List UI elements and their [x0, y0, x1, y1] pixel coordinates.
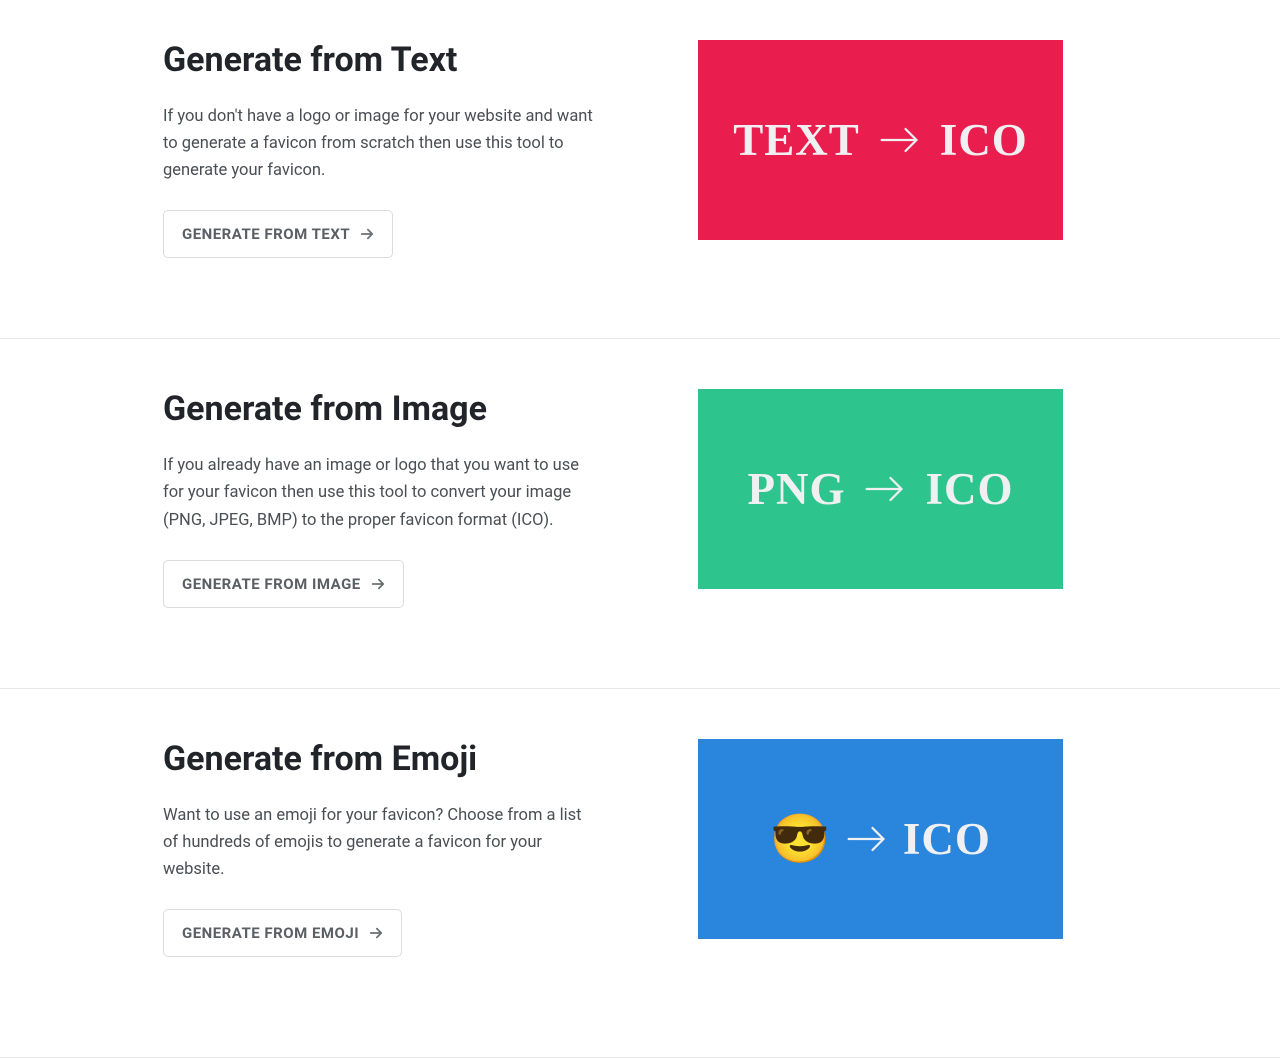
heading-text: Generate from Text	[163, 40, 618, 81]
generate-from-image-button[interactable]: GENERATE FROM IMAGE	[163, 560, 404, 608]
arrow-right-icon	[878, 118, 922, 162]
generate-from-text-button[interactable]: GENERATE FROM TEXT	[163, 210, 393, 258]
description-image: If you already have an image or logo tha…	[163, 452, 593, 534]
visual-text-to-ico: TEXT ICO	[698, 40, 1063, 240]
arrow-right-icon	[863, 467, 907, 511]
visual-emoji-to-ico: 😎 ICO	[698, 739, 1063, 939]
arrow-right-icon	[371, 577, 385, 591]
visual-left-label: TEXT	[733, 114, 860, 166]
section-generate-text: Generate from Text If you don't have a l…	[0, 0, 1280, 339]
section-generate-emoji: Generate from Emoji Want to use an emoji…	[0, 689, 1280, 1058]
heading-image: Generate from Image	[163, 389, 618, 430]
button-label: GENERATE FROM IMAGE	[182, 575, 361, 593]
sunglasses-emoji-icon: 😎	[770, 815, 831, 863]
button-label: GENERATE FROM EMOJI	[182, 924, 359, 942]
section-generate-image: Generate from Image If you already have …	[0, 339, 1280, 688]
description-emoji: Want to use an emoji for your favicon? C…	[163, 802, 593, 884]
arrow-right-icon	[360, 227, 374, 241]
visual-left-label: PNG	[747, 463, 845, 515]
generate-from-emoji-button[interactable]: GENERATE FROM EMOJI	[163, 909, 402, 957]
description-text: If you don't have a logo or image for yo…	[163, 103, 593, 185]
visual-right-label: ICO	[903, 813, 991, 865]
visual-right-label: ICO	[925, 463, 1013, 515]
visual-right-label: ICO	[940, 114, 1028, 166]
arrow-right-icon	[845, 817, 889, 861]
button-label: GENERATE FROM TEXT	[182, 225, 350, 243]
visual-png-to-ico: PNG ICO	[698, 389, 1063, 589]
heading-emoji: Generate from Emoji	[163, 739, 618, 780]
arrow-right-icon	[369, 926, 383, 940]
